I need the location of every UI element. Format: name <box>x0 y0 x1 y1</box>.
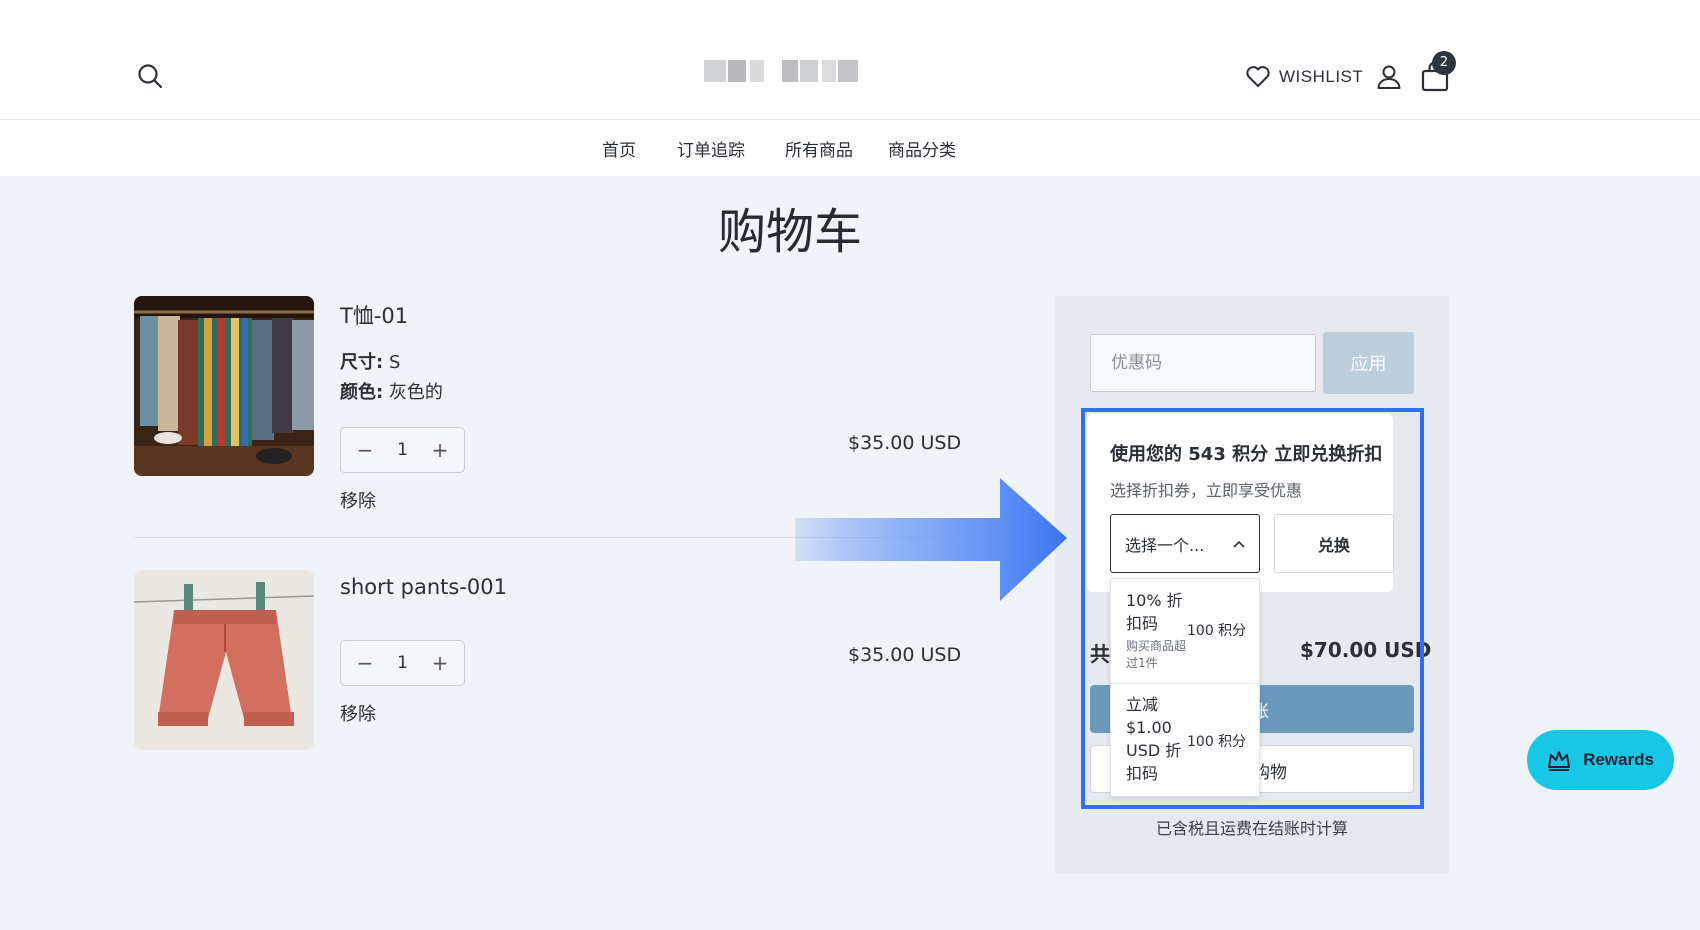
quantity-value[interactable]: 1 <box>397 440 408 460</box>
redeem-button[interactable]: 兑换 <box>1274 514 1394 573</box>
increase-quantity-button[interactable]: + <box>430 438 450 462</box>
decrease-quantity-button[interactable]: − <box>355 438 375 462</box>
nav-item-all-products[interactable]: 所有商品 <box>785 136 853 161</box>
page-title: 购物车 <box>717 204 862 260</box>
discount-option[interactable]: 10% 折扣码 100 积分 购买商品超过1件 <box>1111 579 1261 684</box>
nav-item-home[interactable]: 首页 <box>602 136 636 161</box>
discount-options-dropdown: 10% 折扣码 100 积分 购买商品超过1件 立减 $1.00 USD 折扣码… <box>1110 578 1261 797</box>
discount-select[interactable]: 选择一个... <box>1110 514 1260 573</box>
nav-item-categories[interactable]: 商品分类 <box>888 136 956 161</box>
discount-option[interactable]: 立减 $1.00 USD 折扣码 100 积分 <box>1111 685 1261 797</box>
nav-item-order-tracking[interactable]: 订单追踪 <box>677 136 745 161</box>
site-header: WISHLIST 2 <box>0 0 1700 120</box>
remove-item-button[interactable]: 移除 <box>340 700 376 726</box>
search-icon[interactable] <box>136 62 164 90</box>
product-image-tshirt[interactable] <box>134 296 314 476</box>
discount-option-points: 100 积分 <box>1187 623 1247 639</box>
cart-item-name[interactable]: short pants-001 <box>340 575 507 599</box>
discount-option-name: 10% 折扣码 <box>1126 591 1183 633</box>
quantity-stepper[interactable]: − 1 + <box>340 640 465 686</box>
decrease-quantity-button[interactable]: − <box>355 651 375 675</box>
discount-option-name: 立减 $1.00 USD 折扣码 <box>1126 695 1182 783</box>
apply-coupon-button[interactable]: 应用 <box>1323 332 1414 394</box>
cart-count-badge: 2 <box>1432 51 1456 75</box>
crown-icon <box>1548 751 1571 771</box>
discount-option-description: 购买商品超过1件 <box>1126 639 1187 670</box>
pointer-arrow-icon <box>795 478 1067 601</box>
wishlist-label: WISHLIST <box>1279 67 1364 86</box>
increase-quantity-button[interactable]: + <box>430 651 450 675</box>
main-navigation: 首页 订单追踪 所有商品 商品分类 <box>0 120 1700 176</box>
cart-item-option-size: 尺寸: S <box>340 352 401 373</box>
remove-item-button[interactable]: 移除 <box>340 487 376 513</box>
discount-select-value: 选择一个... <box>1125 535 1205 555</box>
cart-item-option-color: 颜色: 灰色的 <box>340 382 443 403</box>
item-divider <box>134 537 958 538</box>
store-logo-blurred[interactable] <box>700 52 880 92</box>
product-image-shorts[interactable] <box>134 570 314 750</box>
account-icon[interactable] <box>1376 64 1402 90</box>
cart-item-name[interactable]: T恤-01 <box>340 300 408 330</box>
heart-icon <box>1246 66 1270 87</box>
coupon-code-input[interactable] <box>1090 334 1316 392</box>
quantity-stepper[interactable]: − 1 + <box>340 427 465 473</box>
rewards-label: Rewards <box>1583 750 1654 769</box>
total-amount: $70.00 USD <box>1300 638 1432 662</box>
discount-option-points: 100 积分 <box>1187 734 1247 750</box>
rewards-points-title: 使用您的 543 积分 立即兑换折扣 <box>1110 444 1383 465</box>
chevron-up-icon <box>1233 540 1245 548</box>
cart-item-price: $35.00 USD <box>848 432 962 454</box>
rewards-launcher-button[interactable]: Rewards <box>1527 730 1674 790</box>
total-label: 共 <box>1090 642 1110 666</box>
tax-shipping-note: 已含税且运费在结账时计算 <box>1155 819 1348 838</box>
quantity-value[interactable]: 1 <box>397 653 408 673</box>
cart-item-price: $35.00 USD <box>848 644 962 666</box>
wishlist-link[interactable]: WISHLIST <box>1245 64 1363 90</box>
rewards-points-subtitle: 选择折扣券，立即享受优惠 <box>1110 481 1303 500</box>
